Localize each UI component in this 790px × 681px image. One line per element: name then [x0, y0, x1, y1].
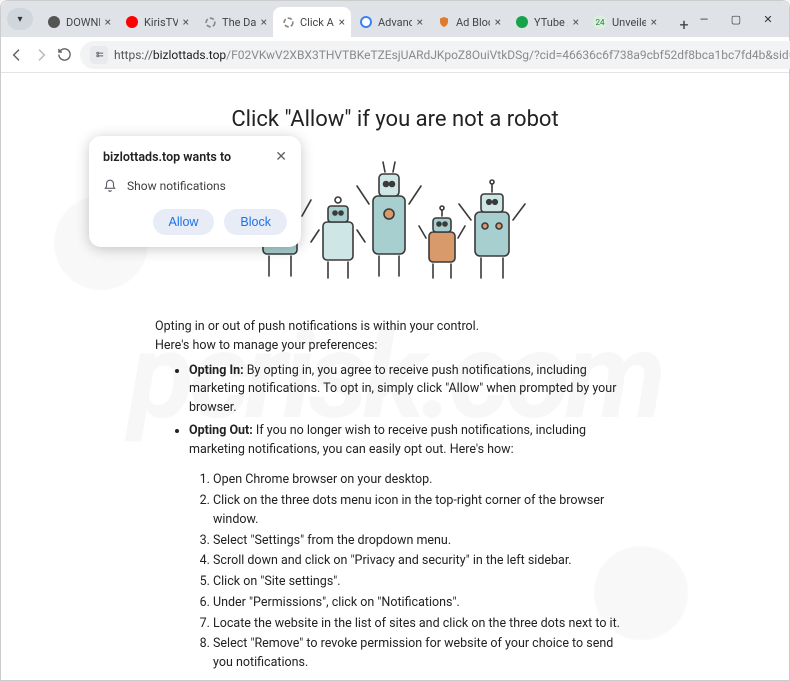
maximize-button[interactable]: ▢: [729, 13, 743, 26]
tab[interactable]: YTube A ×: [507, 7, 585, 37]
popup-title: bizlottads.top wants to: [103, 150, 267, 165]
instruction-step: Under "Permissions", click on "Notificat…: [213, 594, 625, 613]
tab[interactable]: DOWNL ×: [39, 7, 117, 37]
browser-window: ▾ DOWNL×KirisTV F×The Day×Click All×Adva…: [0, 0, 790, 681]
tab-favicon-icon: [125, 15, 139, 29]
tab[interactable]: Ad Bloc ×: [429, 7, 507, 37]
page-body-text: Opting in or out of push notifications i…: [105, 318, 685, 673]
instruction-step: Click on the three dots menu icon in the…: [213, 492, 625, 530]
tab-favicon-icon: [203, 15, 217, 29]
tab-label: Unveile: [612, 16, 646, 29]
instruction-step: Select "Remove" to revoke permission for…: [213, 635, 625, 673]
site-info-icon[interactable]: [90, 46, 108, 64]
tab-close-button[interactable]: ×: [105, 16, 111, 28]
tab-close-button[interactable]: ×: [573, 16, 579, 28]
tab[interactable]: Click All ×: [273, 7, 351, 37]
tab[interactable]: 24 Unveile ×: [585, 7, 663, 37]
allow-button[interactable]: Allow: [153, 209, 215, 235]
page-heading: Click "Allow" if you are not a robot: [105, 107, 685, 132]
tab[interactable]: The Day ×: [195, 7, 273, 37]
url-text: https://bizlottads.top/F02VKwV2XBX3THVTB…: [114, 48, 790, 62]
popup-close-button[interactable]: ✕: [275, 150, 287, 164]
tab-favicon-icon: [281, 15, 295, 29]
new-tab-button[interactable]: +: [671, 11, 697, 37]
tab-label: Advanc: [378, 16, 412, 29]
url-scheme: https://: [114, 48, 153, 62]
minimize-button[interactable]: —: [697, 13, 711, 26]
tab-close-button[interactable]: ×: [183, 16, 189, 28]
notification-permission-popup: bizlottads.top wants to ✕ Show notificat…: [89, 136, 301, 247]
tab-favicon-icon: [437, 15, 451, 29]
tab-close-button[interactable]: ×: [339, 16, 345, 28]
tab-favicon-icon: 24: [593, 15, 607, 29]
block-button[interactable]: Block: [224, 209, 287, 235]
instruction-step: Select "Settings" from the dropdown menu…: [213, 532, 625, 551]
tab-favicon-icon: [47, 15, 61, 29]
url-host: bizlottads.top: [153, 48, 226, 62]
tab-close-button[interactable]: ×: [495, 16, 501, 28]
instruction-step: Locate the website in the list of sites …: [213, 615, 625, 634]
window-controls: — ▢ ✕: [697, 13, 775, 26]
tab-label: KirisTV F: [144, 16, 178, 29]
forward-button[interactable]: [33, 42, 49, 68]
tab-label: YTube A: [534, 16, 568, 29]
tab-close-button[interactable]: ×: [651, 16, 657, 28]
tab-favicon-icon: [359, 15, 373, 29]
page-content: pcrisk.com Click "Allow" if you are not …: [1, 73, 789, 680]
tab[interactable]: Advanc ×: [351, 7, 429, 37]
instruction-step: Click on "Site settings".: [213, 573, 625, 592]
tab-label: The Day: [222, 16, 256, 29]
tab-label: Ad Bloc: [456, 16, 490, 29]
window-close-button[interactable]: ✕: [761, 13, 775, 26]
url-path: /F02VKwV2XBX3THVTBKeTZEsjUARdJKpoZ8OuiVt…: [226, 48, 790, 62]
instruction-step: Open Chrome browser on your desktop.: [213, 471, 625, 490]
back-button[interactable]: [9, 42, 25, 68]
bell-icon: [103, 179, 117, 193]
url-field[interactable]: https://bizlottads.top/F02VKwV2XBX3THVTB…: [80, 41, 790, 69]
tab-close-button[interactable]: ×: [261, 16, 267, 28]
tab-label: Click All: [300, 16, 334, 29]
instruction-step: Scroll down and click on "Privacy and se…: [213, 552, 625, 571]
popup-permission-label: Show notifications: [127, 179, 226, 193]
tab-strip: DOWNL×KirisTV F×The Day×Click All×Advanc…: [39, 1, 671, 37]
tab-close-button[interactable]: ×: [417, 16, 423, 28]
address-bar: https://bizlottads.top/F02VKwV2XBX3THVTB…: [1, 37, 789, 73]
reload-button[interactable]: [57, 42, 72, 68]
tab-favicon-icon: [515, 15, 529, 29]
tab-search-button[interactable]: ▾: [7, 8, 33, 30]
tab[interactable]: KirisTV F ×: [117, 7, 195, 37]
tab-label: DOWNL: [66, 16, 100, 29]
title-bar: ▾ DOWNL×KirisTV F×The Day×Click All×Adva…: [1, 1, 789, 37]
